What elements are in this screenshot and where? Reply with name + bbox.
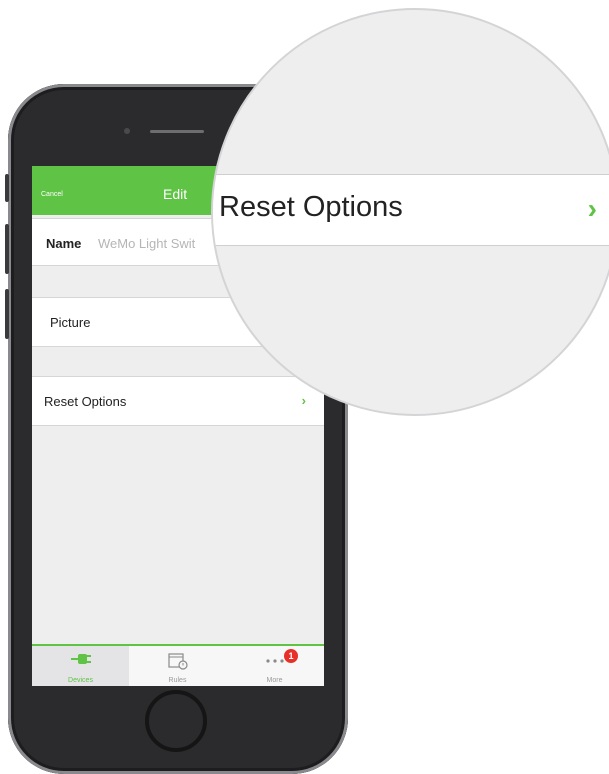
front-camera xyxy=(124,128,130,134)
plug-icon xyxy=(32,652,129,668)
magnified-reset-options-label: Reset Options xyxy=(219,191,403,223)
tab-rules-label: Rules xyxy=(168,677,187,684)
magnifier-callout: Reset Options › xyxy=(211,8,609,416)
tab-more[interactable]: 1 More xyxy=(226,646,323,686)
home-button[interactable] xyxy=(145,690,207,752)
tab-bar: Devices Rules 1 More xyxy=(32,644,324,686)
chevron-right-icon: › xyxy=(301,393,306,408)
volume-up-button xyxy=(5,224,9,274)
tab-devices-label: Devices xyxy=(68,677,93,684)
earpiece-speaker xyxy=(150,130,204,133)
notification-badge: 1 xyxy=(284,649,298,663)
volume-down-button xyxy=(5,289,9,339)
picture-label: Picture xyxy=(50,315,91,330)
chevron-right-icon: › xyxy=(587,193,597,224)
reset-options-label: Reset Options xyxy=(44,394,127,409)
more-dots-icon xyxy=(226,652,323,668)
cancel-button[interactable]: Cancel xyxy=(41,191,63,198)
calendar-clock-icon xyxy=(129,652,226,670)
tab-devices[interactable]: Devices xyxy=(32,646,129,686)
tab-more-label: More xyxy=(266,677,283,684)
page-title: Edit xyxy=(163,186,188,202)
name-label: Name xyxy=(46,236,82,251)
magnified-reset-options-row[interactable]: Reset Options › xyxy=(213,174,609,246)
mute-switch xyxy=(5,174,9,202)
tab-rules[interactable]: Rules xyxy=(129,646,226,686)
reset-options-row[interactable]: Reset Options › xyxy=(32,376,324,426)
name-field[interactable]: WeMo Light Swit xyxy=(98,236,195,251)
